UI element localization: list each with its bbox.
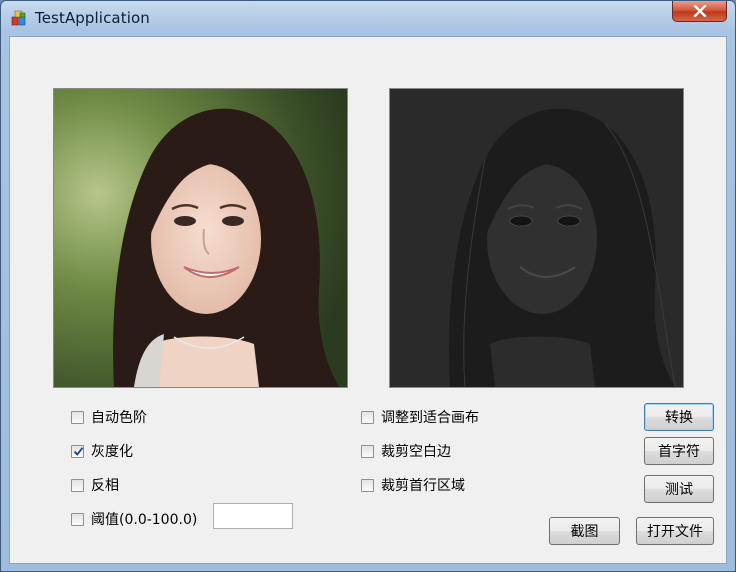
convert-button[interactable]: 转换 [644, 403, 714, 431]
crop-margins-checkbox[interactable]: 裁剪空白边 [361, 442, 451, 460]
grayscale-checkbox[interactable]: 灰度化 [71, 442, 133, 460]
fit-canvas-label: 调整到适合画布 [381, 410, 479, 426]
first-char-button[interactable]: 首字符 [644, 437, 714, 465]
checkmark-icon [73, 446, 84, 456]
window-title: TestApplication [35, 9, 150, 27]
title-bar[interactable]: TestApplication [1, 1, 735, 35]
client-area: 自动色阶 灰度化 反相 阈值(0.0-100.0) 调整到适合画布 裁剪空白边 … [9, 36, 727, 564]
invert-checkbox[interactable]: 反相 [71, 476, 119, 494]
auto-levels-label: 自动色阶 [91, 410, 147, 426]
threshold-input[interactable] [213, 503, 293, 529]
checkbox-box[interactable] [361, 410, 374, 424]
app-icon [11, 10, 27, 26]
threshold-checkbox[interactable]: 阈值(0.0-100.0) [71, 510, 197, 528]
checkbox-box[interactable] [361, 478, 374, 492]
screenshot-button[interactable]: 截图 [549, 517, 620, 545]
checkbox-box[interactable] [71, 512, 84, 526]
crop-first-row-checkbox[interactable]: 裁剪首行区域 [361, 476, 465, 494]
close-button[interactable] [672, 1, 727, 22]
test-button[interactable]: 测试 [644, 475, 714, 503]
source-image-view [53, 88, 348, 388]
checkbox-box[interactable] [71, 444, 84, 458]
threshold-label: 阈值(0.0-100.0) [91, 512, 198, 528]
close-icon [693, 2, 707, 21]
crop-first-row-label: 裁剪首行区域 [381, 478, 465, 494]
checkbox-box[interactable] [71, 410, 84, 424]
fit-canvas-checkbox[interactable]: 调整到适合画布 [361, 408, 479, 426]
invert-label: 反相 [91, 478, 119, 494]
checkbox-box[interactable] [361, 444, 374, 458]
checkbox-box[interactable] [71, 478, 84, 492]
auto-levels-checkbox[interactable]: 自动色阶 [71, 408, 147, 426]
app-window: TestApplication 自动色阶 灰度化 反相 阈值(0.0-100.0… [0, 0, 736, 572]
crop-margins-label: 裁剪空白边 [381, 444, 451, 460]
grayscale-label: 灰度化 [91, 444, 133, 460]
open-file-button[interactable]: 打开文件 [636, 517, 714, 545]
result-image-view [389, 88, 684, 388]
